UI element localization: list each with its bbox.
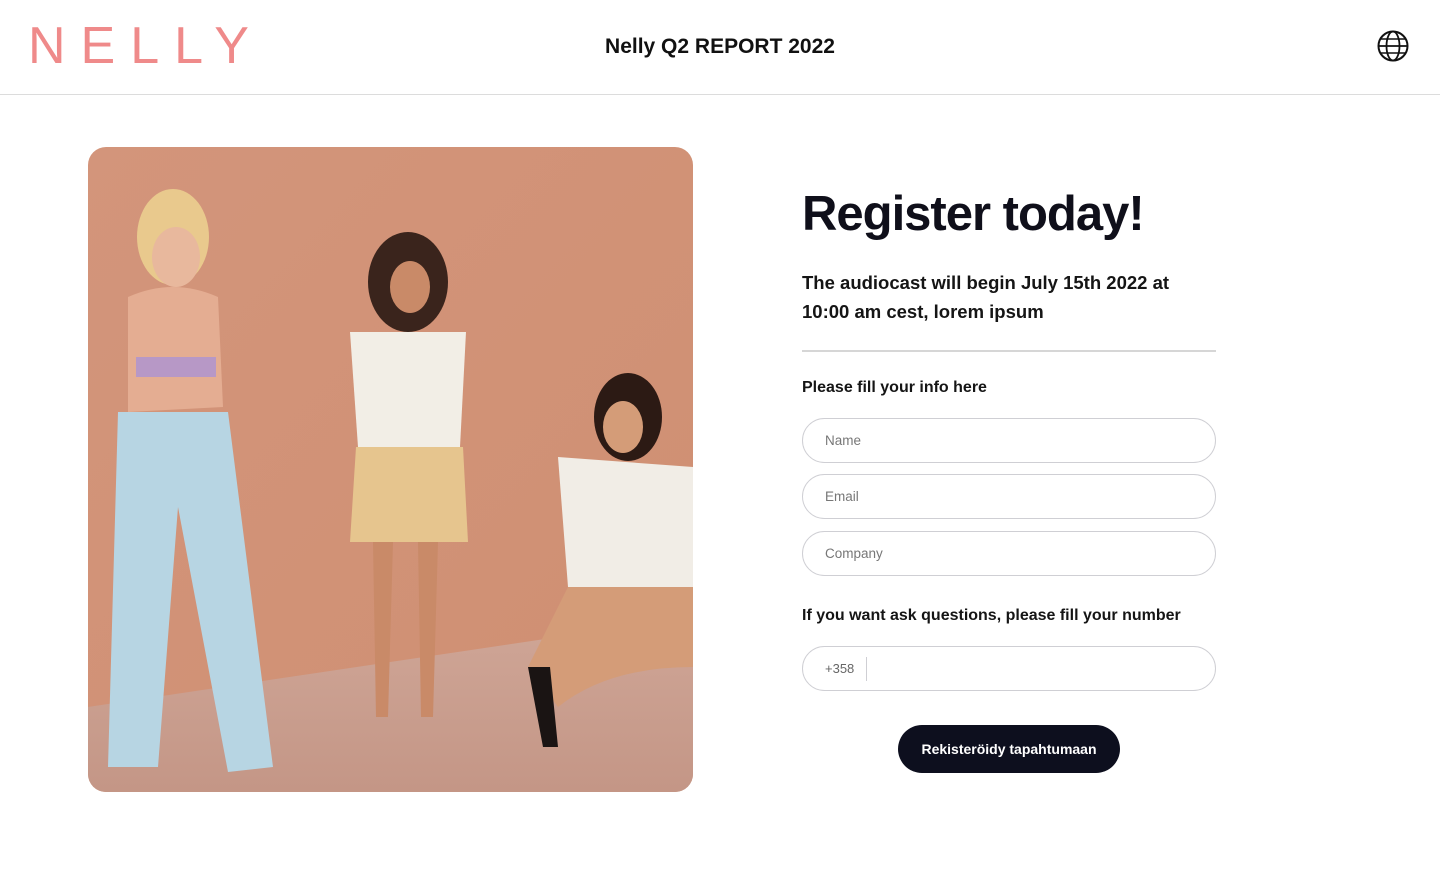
info-section-label: Please fill your info here — [802, 379, 987, 396]
name-placeholder: Name — [825, 433, 862, 448]
company-input[interactable]: Company — [802, 531, 1216, 576]
page-title: Nelly Q2 REPORT 2022 — [605, 35, 835, 58]
phone-section-label: If you want ask questions, please fill y… — [802, 607, 1181, 624]
email-input[interactable]: Email — [802, 474, 1216, 519]
divider — [802, 350, 1216, 352]
hero-photo — [88, 147, 693, 792]
register-button[interactable]: Rekisteröidy tapahtumaan — [898, 725, 1120, 773]
company-placeholder: Company — [825, 546, 883, 561]
phone-country-code[interactable]: +358 — [825, 656, 868, 681]
email-placeholder: Email — [825, 489, 859, 504]
phone-input[interactable]: +358 — [802, 646, 1216, 691]
top-bar: NELLY Nelly Q2 REPORT 2022 — [0, 0, 1440, 95]
globe-icon[interactable] — [1376, 29, 1410, 63]
name-input[interactable]: Name — [802, 418, 1216, 463]
register-headline: Register today! — [802, 187, 1145, 241]
event-description: The audiocast will begin July 15th 2022 … — [802, 272, 1170, 322]
